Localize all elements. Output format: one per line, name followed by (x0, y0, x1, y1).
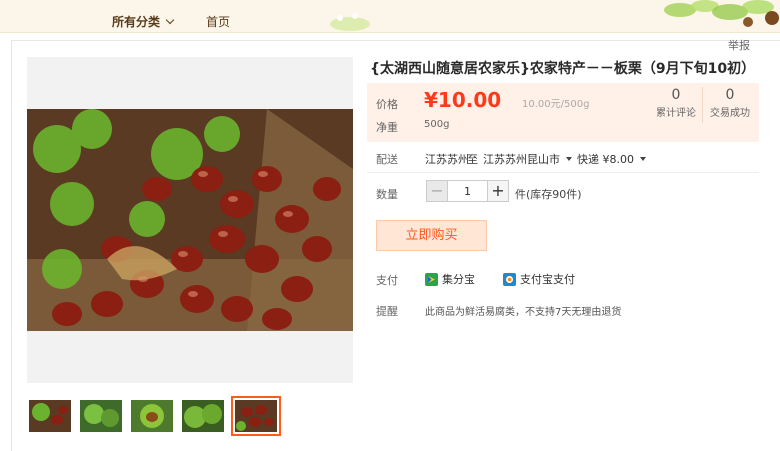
thumbnail-3[interactable] (131, 400, 173, 432)
alipay-label: 支付宝支付 (520, 273, 575, 286)
divider (367, 172, 759, 173)
thumbnail-5[interactable] (231, 396, 281, 436)
ship-destination-value: 江苏苏州昆山市 (483, 153, 560, 166)
report-link[interactable]: 举报 (728, 37, 750, 53)
review-count-value: 0 (671, 87, 681, 103)
thumbnail-4[interactable] (182, 400, 224, 432)
quantity-label: 数量 (376, 188, 398, 201)
quantity-increase-button[interactable]: + (487, 180, 509, 202)
main-product-image[interactable] (27, 109, 353, 331)
thumbnail-1[interactable] (29, 400, 71, 432)
weight-label: 净重 (376, 121, 398, 134)
weight-value: 500g (424, 119, 450, 130)
leaf-decoration-icon (664, 0, 779, 27)
top-nav-bar: 所有分类 首页 (0, 0, 780, 33)
payment-option-jifenbao[interactable]: 集分宝 (425, 271, 475, 287)
caret-down-icon (640, 157, 646, 161)
price-label: 价格 (376, 98, 398, 111)
thumbnail-2[interactable] (80, 400, 122, 432)
flower-decoration-icon (330, 13, 370, 31)
stat-divider (702, 87, 703, 123)
chevron-down-icon (165, 15, 175, 25)
quantity-input[interactable] (448, 180, 487, 202)
payment-label: 支付 (376, 274, 398, 287)
stock-info: 件(库存90件) (515, 188, 582, 201)
all-categories-label: 所有分类 (112, 15, 161, 29)
ship-method-select[interactable]: 快递 ¥8.00 (577, 151, 646, 167)
caret-down-icon (566, 157, 572, 161)
price-value: ¥10.00 (424, 88, 502, 112)
product-title: {太湖西山随意居农家乐}农家特产－－板栗（9月下旬10初） (370, 61, 756, 77)
jifenbao-label: 集分宝 (442, 273, 475, 286)
review-count[interactable]: 0 累计评论 (650, 87, 702, 119)
sales-count[interactable]: 0 交易成功 (704, 87, 756, 119)
shipping-label: 配送 (376, 153, 398, 166)
ship-to-word: 至 (467, 153, 478, 166)
alipay-icon (503, 272, 516, 286)
ship-method-value: 快递 ¥8.00 (577, 153, 634, 166)
notice-text: 此商品为鲜活易腐类，不支持7天无理由退货 (425, 307, 622, 318)
jifenbao-icon (425, 272, 438, 286)
all-categories-menu[interactable]: 所有分类 (112, 13, 175, 30)
payment-option-alipay[interactable]: 支付宝支付 (503, 271, 575, 287)
buy-now-button[interactable]: 立即购买 (376, 220, 487, 251)
review-count-caption: 累计评论 (656, 108, 696, 119)
main-image-frame (27, 57, 353, 383)
unit-price: 10.00元/500g (522, 99, 590, 110)
ship-from: 江苏苏州 (425, 153, 469, 166)
ship-destination-select[interactable]: 江苏苏州昆山市 (483, 151, 572, 167)
sales-count-value: 0 (725, 87, 735, 103)
price-panel: 价格 ¥10.00 10.00元/500g 净重 500g 0 累计评论 0 交… (367, 83, 759, 142)
quantity-decrease-button[interactable]: − (426, 180, 448, 202)
home-link[interactable]: 首页 (206, 13, 230, 30)
sales-count-caption: 交易成功 (710, 108, 750, 119)
notice-label: 提醒 (376, 305, 398, 318)
